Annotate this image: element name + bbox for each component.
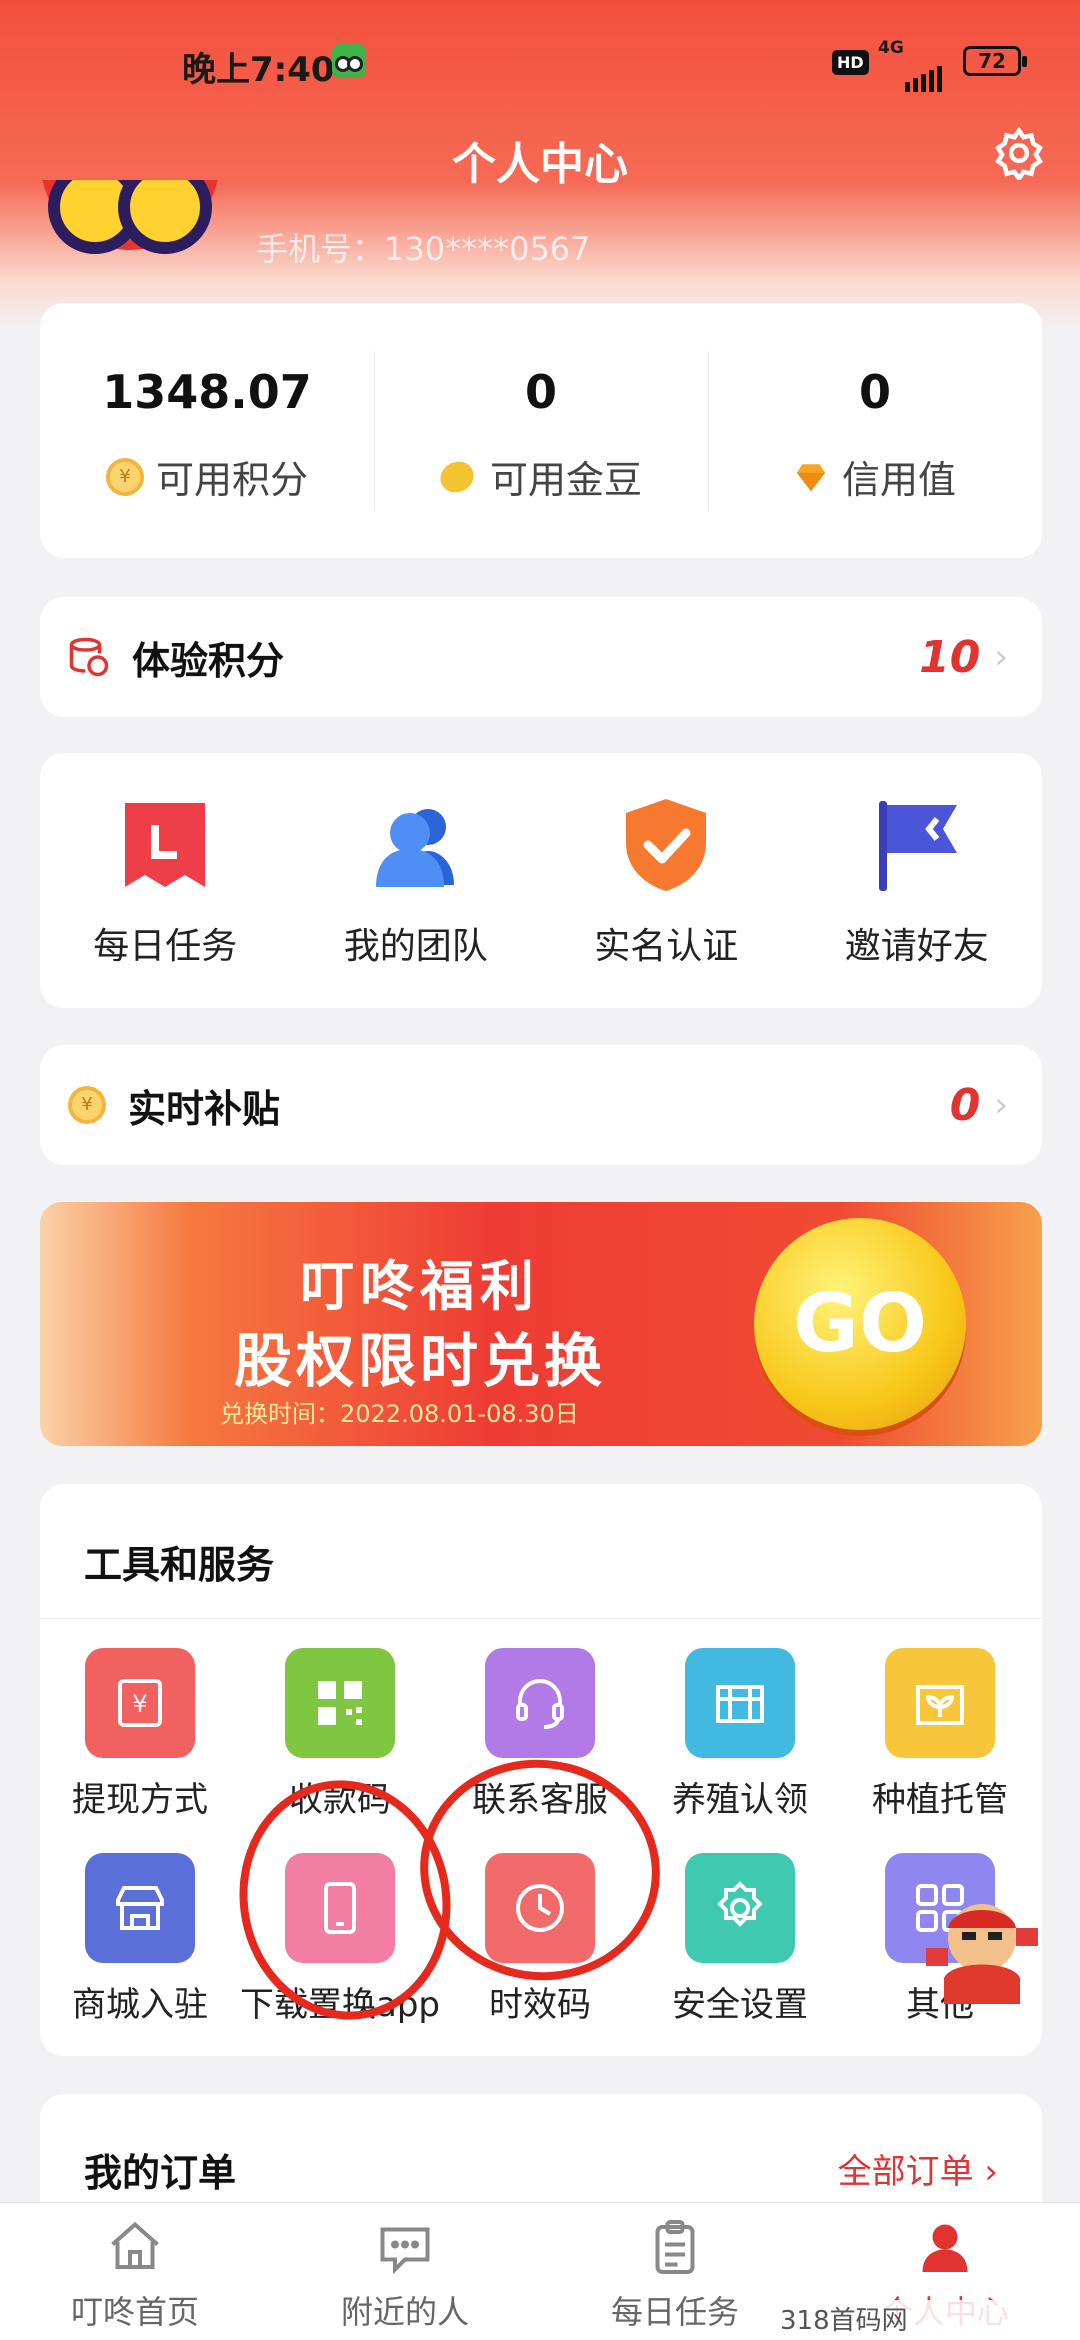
database-coin-icon bbox=[69, 637, 109, 677]
chevron-right-icon: › bbox=[994, 637, 1008, 677]
battery-icon: 72 bbox=[963, 46, 1027, 76]
hd-badge: HD bbox=[832, 50, 869, 75]
quick-actions: 每日任务 我的团队 实名认证 邀请好友 bbox=[40, 753, 1042, 1008]
tool-label: 种植托管 bbox=[872, 1780, 1008, 1820]
bean-icon bbox=[435, 455, 479, 498]
svg-text:¥: ¥ bbox=[132, 1690, 147, 1718]
experience-points-label: 体验积分 bbox=[132, 638, 285, 683]
security-gear-icon bbox=[685, 1853, 795, 1963]
section-title: 工具和服务 bbox=[84, 1543, 275, 1587]
quick-daily-task[interactable]: 每日任务 bbox=[40, 753, 291, 1008]
stat-value: 1348.07 bbox=[102, 365, 312, 419]
banner-line2: 股权限时兑换 bbox=[233, 1327, 606, 1395]
stat-label: 信用值 bbox=[841, 458, 956, 502]
quick-invite[interactable]: 邀请好友 bbox=[792, 753, 1043, 1008]
chevron-right-icon: › bbox=[994, 1085, 1008, 1125]
withdraw-icon: ¥ bbox=[85, 1648, 195, 1758]
tab-label: 叮咚首页 bbox=[70, 2293, 199, 2331]
stat-beans[interactable]: 0 可用金豆 bbox=[374, 303, 708, 558]
signal-icon bbox=[905, 52, 945, 92]
divider bbox=[40, 1618, 1042, 1619]
tool-withdraw[interactable]: ¥ 提现方式 bbox=[40, 1648, 240, 1853]
go-button[interactable]: GO bbox=[754, 1218, 966, 1430]
coin-icon: ¥ bbox=[105, 457, 144, 496]
quick-real-name[interactable]: 实名认证 bbox=[541, 753, 792, 1008]
experience-points-row[interactable]: 体验积分 10 › bbox=[40, 597, 1042, 717]
tool-label: 养殖认领 bbox=[672, 1780, 808, 1820]
flag-icon bbox=[878, 801, 957, 891]
avatar[interactable] bbox=[40, 180, 230, 258]
tab-home[interactable]: 叮咚首页 bbox=[0, 2203, 270, 2340]
status-time: 晚上7:40 bbox=[182, 50, 335, 90]
calendar-icon bbox=[125, 803, 206, 887]
tool-farm[interactable]: 养殖认领 bbox=[640, 1648, 840, 1853]
phone-number: 手机号：130****0567 bbox=[256, 230, 591, 268]
person-icon bbox=[922, 2224, 968, 2272]
tool-label: 安全设置 bbox=[672, 1985, 808, 2025]
mascot-sticker-icon[interactable] bbox=[922, 1888, 1042, 2008]
status-bar: 晚上7:40 HD 4G 72 bbox=[0, 38, 1080, 92]
stat-points[interactable]: 1348.07 ¥ 可用积分 bbox=[40, 303, 374, 558]
subsidy-row[interactable]: ¥ 实时补贴 0 › bbox=[40, 1045, 1042, 1165]
experience-points-value: 10 bbox=[919, 631, 981, 683]
team-icon bbox=[375, 809, 454, 887]
quick-label: 每日任务 bbox=[93, 926, 238, 967]
app-notification-icon bbox=[332, 44, 366, 78]
stat-credit[interactable]: 0 信用值 bbox=[708, 303, 1042, 558]
all-orders-link[interactable]: 全部订单 › bbox=[838, 2144, 998, 2193]
home-icon bbox=[111, 2221, 159, 2269]
tool-label: 提现方式 bbox=[72, 1780, 208, 1820]
tool-security[interactable]: 安全设置 bbox=[640, 1853, 840, 2058]
stat-value: 0 bbox=[858, 365, 891, 419]
tool-store[interactable]: 商城入驻 bbox=[40, 1853, 240, 2058]
headset-icon bbox=[485, 1648, 595, 1758]
promo-banner[interactable]: 叮咚福利 股权限时兑换 兑换时间：2022.08.01-08.30日 GO bbox=[40, 1202, 1042, 1446]
tab-label: 每日任务 bbox=[610, 2293, 739, 2331]
tool-label: 商城入驻 bbox=[72, 1985, 208, 2025]
plant-icon bbox=[885, 1648, 995, 1758]
tab-nearby[interactable]: 附近的人 bbox=[270, 2203, 540, 2340]
quick-label: 我的团队 bbox=[343, 926, 488, 967]
network-type: 4G bbox=[878, 38, 904, 58]
stat-value: 0 bbox=[524, 365, 557, 419]
watermark: 318首码网 www.E318.com bbox=[780, 2300, 1080, 2340]
banner-line3: 兑换时间：2022.08.01-08.30日 bbox=[220, 1400, 579, 1428]
quick-my-team[interactable]: 我的团队 bbox=[291, 753, 542, 1008]
quick-label: 实名认证 bbox=[594, 926, 739, 967]
stat-label: 可用积分 bbox=[155, 458, 308, 502]
tool-label: 时效码 bbox=[489, 1985, 591, 2025]
tab-daily-task[interactable]: 每日任务 bbox=[540, 2203, 810, 2340]
quick-label: 邀请好友 bbox=[844, 926, 989, 967]
tool-plant[interactable]: 种植托管 bbox=[840, 1648, 1040, 1853]
stat-label: 可用金豆 bbox=[489, 458, 642, 502]
shield-check-icon bbox=[626, 799, 707, 891]
store-icon bbox=[85, 1853, 195, 1963]
tab-label: 附近的人 bbox=[340, 2293, 469, 2331]
farm-icon bbox=[685, 1648, 795, 1758]
stats-card: 1348.07 ¥ 可用积分 0 可用金豆 0 信用值 bbox=[40, 303, 1042, 558]
subsidy-value: 0 bbox=[949, 1079, 981, 1131]
orders-title: 我的订单 bbox=[84, 2151, 237, 2195]
chat-icon bbox=[380, 2227, 430, 2275]
settings-gear-icon[interactable] bbox=[992, 126, 1046, 180]
coin-icon: ¥ bbox=[68, 1086, 106, 1124]
banner-line1: 叮咚福利 bbox=[300, 1255, 540, 1318]
qr-code-icon bbox=[285, 1648, 395, 1758]
subsidy-label: 实时补贴 bbox=[128, 1086, 281, 1131]
clipboard-icon bbox=[655, 2220, 695, 2274]
diamond-icon bbox=[796, 463, 826, 491]
